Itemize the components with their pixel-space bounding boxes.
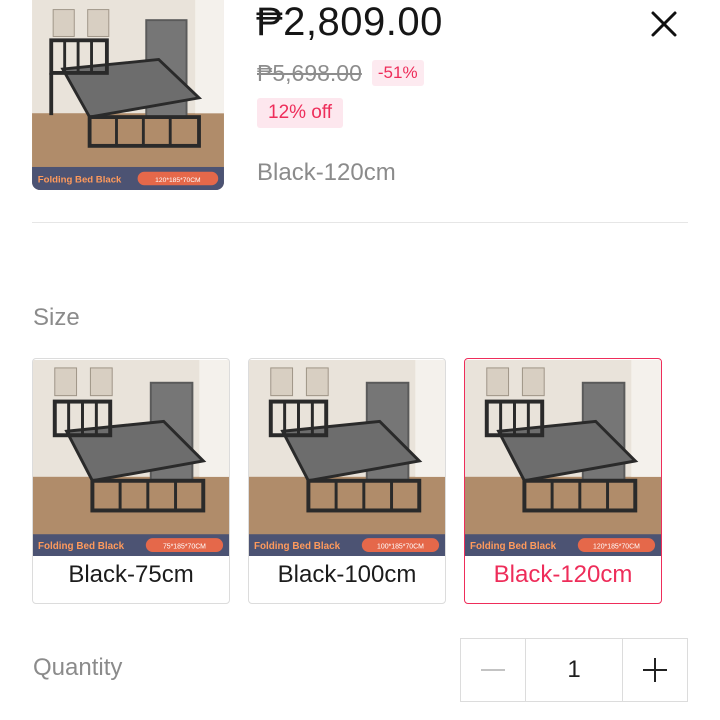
quantity-section-label: Quantity xyxy=(33,654,123,681)
folding-bed-image: Folding Bed Black 120*185*70CM xyxy=(32,0,224,190)
selected-variant-label: Black-120cm xyxy=(257,159,396,186)
bed-dims-text: 100*185*70CM xyxy=(377,544,424,551)
size-option-label: Black-100cm xyxy=(277,561,417,588)
bed-dims-text: 120*185*70CM xyxy=(155,177,201,184)
size-option-label: Black-75cm xyxy=(68,561,194,588)
discount-badge: -51% xyxy=(371,60,424,86)
size-option-label: Black-120cm xyxy=(493,561,633,588)
minus-icon xyxy=(481,669,505,671)
folding-bed-image: Folding Bed Black 75*185*70CM xyxy=(33,360,229,556)
price-comparison: ₱5,698.00 -51% xyxy=(257,57,424,89)
current-price: ₱2,809.00 xyxy=(256,0,443,44)
product-thumbnail[interactable]: Folding Bed Black 120*185*70CM xyxy=(32,0,224,190)
size-option-75cm[interactable]: Folding Bed Black 75*185*70CM Black-75cm xyxy=(32,358,230,604)
size-option-120cm[interactable]: Folding Bed Black 120*185*70CM Black-120… xyxy=(464,358,662,604)
close-icon xyxy=(651,11,677,37)
size-section-label: Size xyxy=(33,304,80,331)
close-button[interactable] xyxy=(644,4,684,44)
increase-quantity-button[interactable] xyxy=(622,639,687,701)
original-price: ₱5,698.00 xyxy=(257,59,362,86)
bed-dims-text: 120*185*70CM xyxy=(593,544,640,551)
coupon-badge: 12% off xyxy=(257,98,344,128)
bed-brand-text: Folding Bed Black xyxy=(254,541,341,552)
quantity-value[interactable]: 1 xyxy=(526,639,622,701)
divider xyxy=(32,222,688,223)
decrease-quantity-button[interactable] xyxy=(461,639,526,701)
folding-bed-image: Folding Bed Black 120*185*70CM xyxy=(465,360,661,556)
plus-icon xyxy=(643,658,667,682)
bed-brand-text: Folding Bed Black xyxy=(470,541,557,552)
quantity-stepper: 1 xyxy=(460,638,688,702)
size-option-100cm[interactable]: Folding Bed Black 100*185*70CM Black-100… xyxy=(248,358,446,604)
bed-brand-text: Folding Bed Black xyxy=(38,174,122,185)
folding-bed-image: Folding Bed Black 100*185*70CM xyxy=(249,360,445,556)
bed-brand-text: Folding Bed Black xyxy=(38,541,125,552)
bed-dims-text: 75*185*70CM xyxy=(163,544,206,551)
